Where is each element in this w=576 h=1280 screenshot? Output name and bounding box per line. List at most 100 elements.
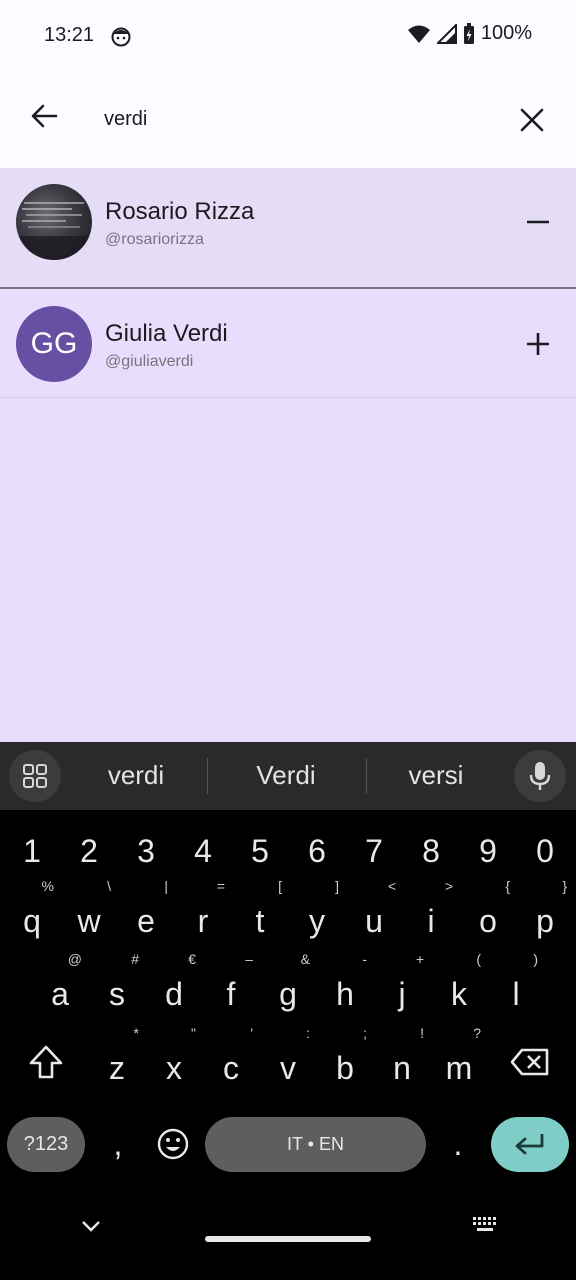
key-alt-label: @ xyxy=(67,951,82,967)
key-x[interactable]: x " xyxy=(146,1026,202,1098)
key-label: q xyxy=(23,903,41,939)
keyboard-switch-icon[interactable] xyxy=(472,1216,498,1234)
key-f[interactable]: f – xyxy=(203,952,259,1024)
key-m[interactable]: m? xyxy=(431,1026,487,1098)
comma-key[interactable]: , xyxy=(90,1114,146,1174)
key-q[interactable]: q% xyxy=(4,879,60,951)
key-label: z xyxy=(109,1050,125,1086)
emoji-key[interactable] xyxy=(145,1114,201,1174)
hide-keyboard-icon[interactable] xyxy=(81,1220,101,1232)
key-n[interactable]: n! xyxy=(374,1026,430,1098)
key-alt-label: < xyxy=(387,878,396,894)
key-label: k xyxy=(451,976,467,1012)
key-c[interactable]: c ' xyxy=(203,1026,259,1098)
back-button[interactable] xyxy=(22,94,66,138)
list-item[interactable]: GG Giulia Verdi @giuliaverdi xyxy=(0,290,576,398)
key-label: r xyxy=(197,903,209,939)
key-alt-label: } xyxy=(562,878,567,894)
shift-key[interactable] xyxy=(16,1032,76,1092)
key-alt-label: & xyxy=(300,951,310,967)
symbols-key[interactable]: ?123 xyxy=(7,1117,85,1172)
key-alt-label: ! xyxy=(420,1025,424,1041)
key-alt-label: ) xyxy=(533,951,538,967)
suggestion-2[interactable]: Verdi xyxy=(216,760,356,791)
key-l[interactable]: l) xyxy=(488,952,544,1024)
search-input[interactable] xyxy=(104,102,484,136)
key-u[interactable]: u < xyxy=(346,879,402,951)
key-6[interactable]: 6 xyxy=(289,821,345,881)
key-alt-label: ( xyxy=(476,951,481,967)
key-alt-label: : xyxy=(306,1025,310,1041)
result-name: Giulia Verdi xyxy=(105,320,228,347)
key-label: n xyxy=(393,1050,411,1086)
period-key[interactable]: . xyxy=(430,1114,486,1174)
key-e[interactable]: e | xyxy=(118,879,174,951)
remove-member-button[interactable] xyxy=(516,200,560,244)
key-8[interactable]: 8 xyxy=(403,821,459,881)
suggestion-1[interactable]: verdi xyxy=(66,760,206,791)
key-i[interactable]: i > xyxy=(403,879,459,951)
key-label: 4 xyxy=(194,833,212,869)
home-handle[interactable] xyxy=(205,1236,371,1242)
key-alt-label: \ xyxy=(107,878,111,894)
emoji-icon xyxy=(157,1128,189,1160)
key-w[interactable]: w \ xyxy=(61,879,117,951)
add-member-button[interactable] xyxy=(516,322,560,366)
voice-input-button[interactable] xyxy=(514,750,566,802)
key-label: h xyxy=(336,976,354,1012)
key-g[interactable]: g & xyxy=(260,952,316,1024)
key-y[interactable]: y] xyxy=(289,879,345,951)
key-label: 5 xyxy=(251,833,269,869)
key-t[interactable]: t[ xyxy=(232,879,288,951)
status-bar: 13:21 100% xyxy=(0,0,576,72)
key-a[interactable]: a @ xyxy=(32,952,88,1024)
key-label: b xyxy=(336,1050,354,1086)
key-o[interactable]: o{ xyxy=(460,879,516,951)
key-z[interactable]: z * xyxy=(89,1026,145,1098)
key-alt-label: ] xyxy=(335,878,339,894)
key-label: d xyxy=(165,976,183,1012)
key-j[interactable]: j + xyxy=(374,952,430,1024)
key-label: 8 xyxy=(422,833,440,869)
close-icon xyxy=(520,108,544,132)
enter-icon xyxy=(515,1133,544,1154)
key-alt-label: # xyxy=(131,951,139,967)
key-h[interactable]: h- xyxy=(317,952,373,1024)
key-b[interactable]: b; xyxy=(317,1026,373,1098)
key-label: t xyxy=(255,903,265,939)
plus-icon xyxy=(527,333,549,355)
suggestion-divider xyxy=(207,758,208,794)
key-3[interactable]: 3 xyxy=(118,821,174,881)
clear-search-button[interactable] xyxy=(510,98,554,142)
key-9[interactable]: 9 xyxy=(460,821,516,881)
key-4[interactable]: 4 xyxy=(175,821,231,881)
key-d[interactable]: d € xyxy=(146,952,202,1024)
key-v[interactable]: v: xyxy=(260,1026,316,1098)
key-k[interactable]: k( xyxy=(431,952,487,1024)
assistant-face-icon xyxy=(111,27,131,47)
key-alt-label: + xyxy=(415,951,424,967)
key-1[interactable]: 1 xyxy=(4,821,60,881)
suggestion-3[interactable]: versi xyxy=(366,760,506,791)
status-icons: 100% xyxy=(407,22,532,45)
space-bar[interactable]: IT • EN xyxy=(205,1117,426,1172)
key-p[interactable]: p} xyxy=(517,879,573,951)
battery-percent: 100% xyxy=(480,22,532,44)
key-s[interactable]: s # xyxy=(89,952,145,1024)
key-label: e xyxy=(137,903,155,939)
minus-icon xyxy=(527,220,549,224)
key-7[interactable]: 7 xyxy=(346,821,402,881)
key-5[interactable]: 5 xyxy=(232,821,288,881)
avatar: GG xyxy=(16,306,92,382)
key-label: m xyxy=(445,1050,473,1086)
list-item[interactable]: Rosario Rizza @rosariorizza xyxy=(0,168,576,289)
backspace-key[interactable] xyxy=(500,1032,560,1092)
battery-icon xyxy=(463,22,474,44)
key-0[interactable]: 0 xyxy=(517,821,573,881)
key-r[interactable]: r = xyxy=(175,879,231,951)
key-alt-label: – xyxy=(245,951,253,967)
key-label: u xyxy=(365,903,383,939)
keyboard-menu-button[interactable] xyxy=(9,750,61,802)
enter-key[interactable] xyxy=(491,1117,569,1172)
key-2[interactable]: 2 xyxy=(61,821,117,881)
